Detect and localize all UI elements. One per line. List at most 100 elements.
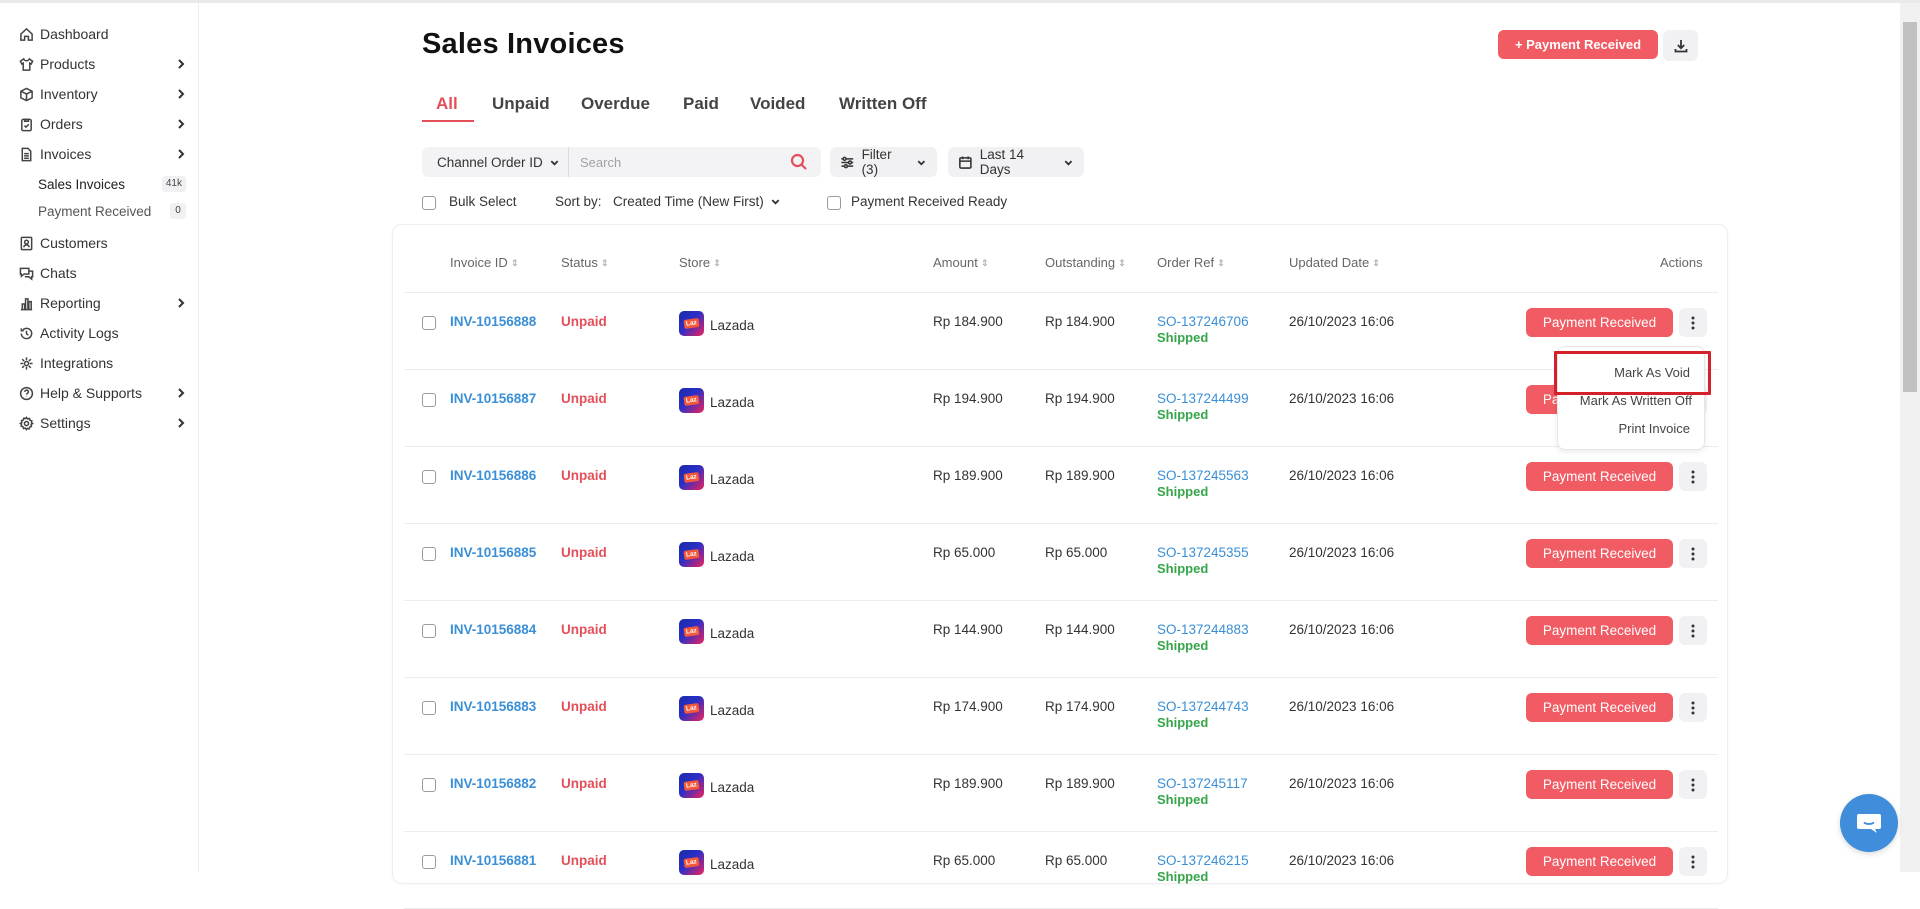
invoice-id-link[interactable]: INV-10156882 bbox=[450, 776, 536, 791]
tab-all[interactable]: All bbox=[436, 94, 458, 114]
order-ref-link[interactable]: SO-137245117 bbox=[1157, 776, 1248, 791]
row-more-button[interactable] bbox=[1679, 693, 1707, 722]
add-payment-received-button[interactable]: + Payment Received bbox=[1498, 30, 1658, 59]
outstanding-value: Rp 65.000 bbox=[1045, 545, 1108, 560]
row-checkbox[interactable] bbox=[422, 855, 436, 869]
tab-voided[interactable]: Voided bbox=[750, 94, 805, 114]
sidebar-item-settings[interactable]: Settings bbox=[18, 411, 188, 435]
search-input[interactable] bbox=[570, 147, 785, 177]
payment-received-button[interactable]: Payment Received bbox=[1526, 770, 1673, 799]
invoice-id-link[interactable]: INV-10156888 bbox=[450, 314, 536, 329]
payment-received-button[interactable]: Payment Received bbox=[1526, 539, 1673, 568]
order-ref-link[interactable]: SO-137244499 bbox=[1157, 391, 1249, 406]
sidebar-item-help-supports[interactable]: Help & Supports bbox=[18, 381, 188, 405]
column-header-order-ref[interactable]: Order Ref ⇕ bbox=[1157, 255, 1225, 270]
invoice-id-link[interactable]: INV-10156884 bbox=[450, 622, 536, 637]
download-button[interactable] bbox=[1663, 30, 1698, 61]
table-row[interactable]: INV-10156883 Unpaid Laz Lazada Rp 174.900 Rp … bbox=[404, 678, 1718, 755]
sidebar-item-chats[interactable]: Chats bbox=[18, 261, 188, 285]
table-row[interactable]: INV-10156885 Unpaid Laz Lazada Rp 65.000 Rp 6… bbox=[404, 524, 1718, 601]
sidebar-subitem-sales-invoices[interactable]: Sales Invoices 41k bbox=[38, 173, 186, 195]
sidebar-item-products[interactable]: Products bbox=[18, 52, 188, 76]
invoice-id-link[interactable]: INV-10156883 bbox=[450, 699, 536, 714]
row-checkbox[interactable] bbox=[422, 701, 436, 715]
order-ref-link[interactable]: SO-137245355 bbox=[1157, 545, 1249, 560]
row-checkbox[interactable] bbox=[422, 624, 436, 638]
shirt-icon bbox=[18, 56, 34, 72]
sidebar-item-reporting[interactable]: Reporting bbox=[18, 291, 188, 315]
row-more-button[interactable] bbox=[1679, 308, 1707, 337]
table-row[interactable]: INV-10156886 Unpaid Laz Lazada Rp 189.900 Rp … bbox=[404, 447, 1718, 524]
amount-value: Rp 144.900 bbox=[933, 622, 1003, 637]
payment-received-button[interactable]: Payment Received bbox=[1526, 616, 1673, 645]
menu-item-mark-as-written-off[interactable]: Mark As Written Off bbox=[1580, 393, 1692, 408]
payment-received-button[interactable]: Payment Received bbox=[1526, 462, 1673, 491]
store-name: Lazada bbox=[710, 549, 755, 564]
sidebar-item-activity-logs[interactable]: Activity Logs bbox=[18, 321, 188, 345]
column-header-status[interactable]: Status ⇕ bbox=[561, 255, 608, 270]
store-logo-text: Laz bbox=[683, 626, 700, 637]
filter-button[interactable]: Filter (3) bbox=[830, 147, 937, 177]
scrollbar-thumb[interactable] bbox=[1903, 22, 1917, 392]
row-checkbox[interactable] bbox=[422, 778, 436, 792]
chat-widget-button[interactable] bbox=[1840, 794, 1898, 852]
lazada-logo-icon: Laz bbox=[679, 388, 704, 413]
table-row[interactable]: INV-10156888 Unpaid Laz Lazada Rp 184.900 Rp … bbox=[404, 293, 1718, 370]
column-header-invoice-id[interactable]: Invoice ID ⇕ bbox=[450, 255, 518, 270]
order-ref-link[interactable]: SO-137244883 bbox=[1157, 622, 1249, 637]
sidebar-item-dashboard[interactable]: Dashboard bbox=[18, 22, 188, 46]
store-name: Lazada bbox=[710, 703, 755, 718]
updated-date: 26/10/2023 16:06 bbox=[1289, 391, 1395, 406]
column-header-amount[interactable]: Amount ⇕ bbox=[933, 255, 988, 270]
search-field-select[interactable]: Channel Order ID bbox=[422, 147, 569, 177]
sort-by-dropdown[interactable]: Created Time (New First) bbox=[613, 194, 781, 209]
table-row[interactable]: INV-10156884 Unpaid Laz Lazada Rp 144.900 Rp … bbox=[404, 601, 1718, 678]
sidebar-item-inventory[interactable]: Inventory bbox=[18, 82, 188, 106]
bulk-select-checkbox[interactable] bbox=[422, 196, 436, 210]
order-ref-link[interactable]: SO-137245563 bbox=[1157, 468, 1249, 483]
column-header-store[interactable]: Store ⇕ bbox=[679, 255, 721, 270]
invoice-id-link[interactable]: INV-10156881 bbox=[450, 853, 536, 868]
amount-value: Rp 194.900 bbox=[933, 391, 1003, 406]
tab-written-off[interactable]: Written Off bbox=[839, 94, 927, 114]
sidebar-item-customers[interactable]: Customers bbox=[18, 231, 188, 255]
column-header-updated-date[interactable]: Updated Date ⇕ bbox=[1289, 255, 1380, 270]
row-more-button[interactable] bbox=[1679, 616, 1707, 645]
row-checkbox[interactable] bbox=[422, 547, 436, 561]
sidebar-item-invoices[interactable]: Invoices bbox=[18, 142, 188, 166]
order-ref-link[interactable]: SO-137244743 bbox=[1157, 699, 1249, 714]
payment-received-button[interactable]: Payment Received bbox=[1526, 693, 1673, 722]
column-header-label: Order Ref bbox=[1157, 255, 1215, 270]
chevron-down-icon bbox=[771, 199, 780, 205]
search-icon[interactable] bbox=[790, 153, 808, 171]
table-row[interactable]: INV-10156887 Unpaid Laz Lazada Rp 194.900 Rp … bbox=[404, 370, 1718, 447]
column-header-outstanding[interactable]: Outstanding ⇕ bbox=[1045, 255, 1126, 270]
row-checkbox[interactable] bbox=[422, 393, 436, 407]
chevron-right-icon bbox=[174, 386, 188, 400]
invoice-id-link[interactable]: INV-10156887 bbox=[450, 391, 536, 406]
order-ref-link[interactable]: SO-137246706 bbox=[1157, 314, 1249, 329]
sidebar-subitem-payment-received[interactable]: Payment Received 0 bbox=[38, 200, 186, 222]
sort-icon: ⇕ bbox=[1217, 257, 1225, 268]
row-more-button[interactable] bbox=[1679, 462, 1707, 491]
invoice-id-link[interactable]: INV-10156885 bbox=[450, 545, 536, 560]
row-checkbox[interactable] bbox=[422, 316, 436, 330]
payment-received-button[interactable]: Payment Received bbox=[1526, 308, 1673, 337]
order-status: Shipped bbox=[1157, 792, 1209, 807]
date-range-button[interactable]: Last 14 Days bbox=[948, 147, 1084, 177]
menu-item-print-invoice[interactable]: Print Invoice bbox=[1618, 421, 1690, 436]
row-more-button[interactable] bbox=[1679, 539, 1707, 568]
store-logo-text: Laz bbox=[683, 472, 700, 483]
row-more-button[interactable] bbox=[1679, 770, 1707, 799]
sidebar-item-orders[interactable]: Orders bbox=[18, 112, 188, 136]
invoice-id-link[interactable]: INV-10156886 bbox=[450, 468, 536, 483]
tab-overdue[interactable]: Overdue bbox=[581, 94, 650, 114]
order-ref-link[interactable]: SO-137246215 bbox=[1157, 853, 1249, 868]
tab-unpaid[interactable]: Unpaid bbox=[492, 94, 550, 114]
sidebar-item-integrations[interactable]: Integrations bbox=[18, 351, 188, 375]
payment-ready-checkbox[interactable] bbox=[827, 196, 841, 210]
row-checkbox[interactable] bbox=[422, 470, 436, 484]
table-row[interactable]: INV-10156881 Unpaid Laz Lazada Rp 65.000 Rp 6… bbox=[404, 832, 1718, 909]
table-row[interactable]: INV-10156882 Unpaid Laz Lazada Rp 189.900 Rp … bbox=[404, 755, 1718, 832]
tab-paid[interactable]: Paid bbox=[683, 94, 719, 114]
